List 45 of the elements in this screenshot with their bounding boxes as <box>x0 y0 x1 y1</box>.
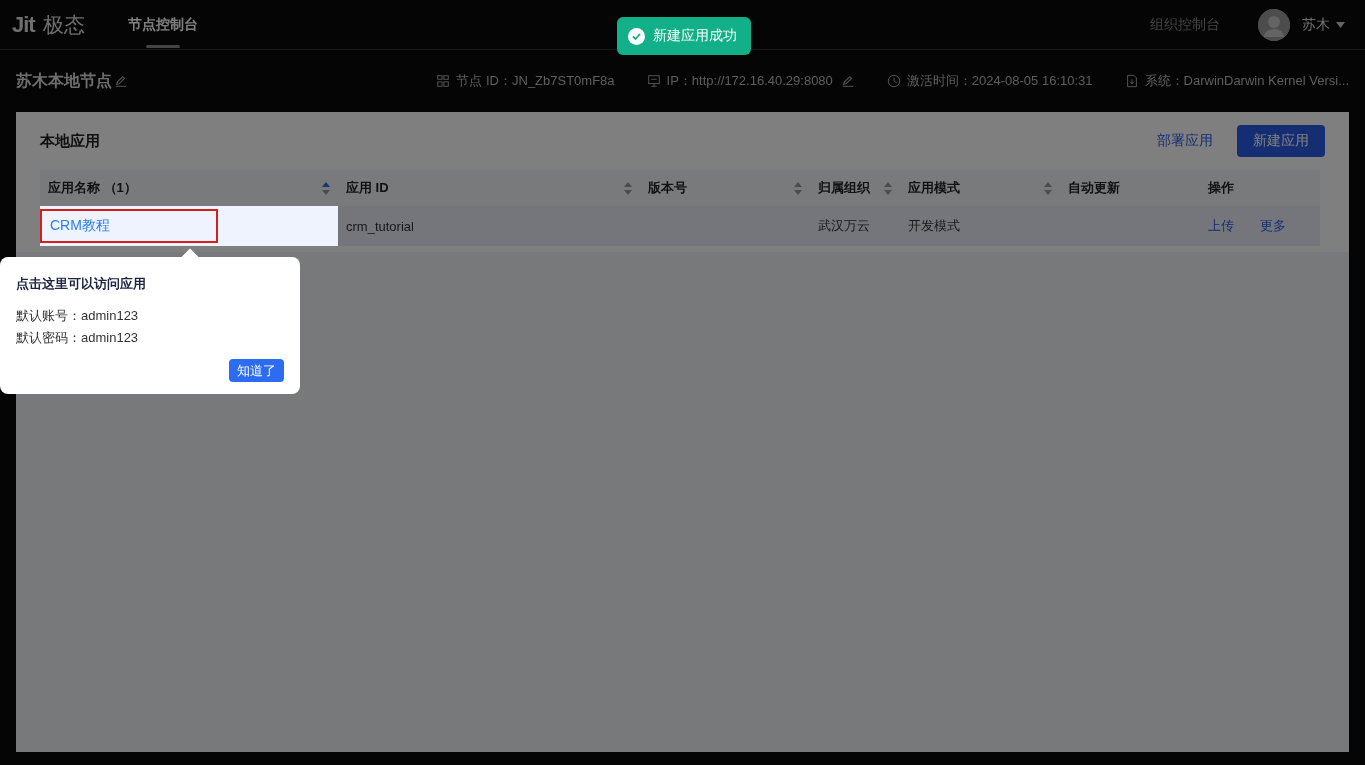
clock-icon <box>886 74 901 88</box>
guide-title: 点击这里可以访问应用 <box>16 275 147 293</box>
app-name-link[interactable]: CRM教程 <box>40 209 218 243</box>
monitor-icon <box>646 74 661 88</box>
user-name[interactable]: 苏木 <box>1302 15 1330 34</box>
info-text: 节点 ID：JN_Zb7ST0mF8a <box>456 72 615 90</box>
server-icon <box>436 74 451 88</box>
column-header: 自动更新 <box>1068 179 1120 197</box>
edit-icon <box>114 74 128 88</box>
got-it-button[interactable]: 知道了 <box>229 359 284 382</box>
table-cell: crm_tutorial <box>346 218 414 234</box>
guide-text: 默认账号：admin123 <box>16 307 140 325</box>
card-title: 本地应用 <box>40 131 100 151</box>
caret-icon <box>1336 21 1345 28</box>
table-cell: 开发模式 <box>908 218 960 233</box>
column-header: 应用 ID <box>346 179 389 197</box>
sort-icon[interactable] <box>794 181 802 195</box>
deploy-link[interactable]: 部署应用 <box>1157 132 1213 150</box>
nav-tab[interactable]: 节点控制台 <box>128 0 198 50</box>
table-cell: 武汉万云 <box>818 218 870 233</box>
avatar-icon <box>1258 8 1290 41</box>
info-text: 激活时间：2024-08-05 16:10:31 <box>906 72 1093 90</box>
column-header: 应用名称 （1） <box>48 179 137 197</box>
document-icon <box>1124 74 1139 88</box>
logo-text: 极态 <box>42 11 85 38</box>
column-header: 版本号 <box>648 179 687 197</box>
sort-icon[interactable] <box>884 181 892 195</box>
check-icon <box>628 27 645 45</box>
action-link[interactable]: 更多 <box>1260 218 1286 233</box>
sort-icon[interactable] <box>1044 181 1052 195</box>
toast-message: 新建应用成功 <box>653 27 737 45</box>
info-text: IP：http://172.16.40.29:8080 <box>666 72 833 90</box>
column-header: 操作 <box>1208 179 1234 197</box>
column-header: 归属组织 <box>818 179 870 197</box>
logo-mark: Jit <box>12 11 35 38</box>
info-text: 系统：DarwinDarwin Kernel Versi... <box>1144 72 1349 90</box>
column-header: 应用模式 <box>908 179 960 197</box>
org-console-link[interactable]: 组织控制台 <box>1150 15 1220 34</box>
sort-icon[interactable] <box>322 181 330 195</box>
sort-icon[interactable] <box>624 181 632 195</box>
node-title: 苏木本地节点 <box>16 70 112 91</box>
edit-icon <box>840 74 855 88</box>
guide-text: 默认密码：admin123 <box>16 329 140 347</box>
create-app-button[interactable]: 新建应用 <box>1237 125 1325 157</box>
action-link[interactable]: 上传 <box>1208 218 1234 233</box>
